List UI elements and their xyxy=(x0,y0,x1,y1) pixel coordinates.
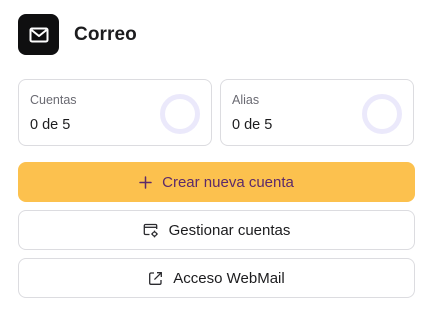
alias-stat-value: 0 de 5 xyxy=(232,117,273,133)
external-link-icon xyxy=(148,271,163,286)
mail-header: Correo xyxy=(18,14,137,55)
accounts-stat-card: Cuentas 0 de 5 xyxy=(18,79,212,146)
manage-accounts-button[interactable]: Gestionar cuentas xyxy=(18,210,415,250)
create-account-button[interactable]: Crear nueva cuenta xyxy=(18,162,415,202)
alias-progress-ring xyxy=(362,94,402,134)
webmail-access-button[interactable]: Acceso WebMail xyxy=(18,258,415,298)
create-account-label: Crear nueva cuenta xyxy=(162,173,294,191)
alias-stat-card: Alias 0 de 5 xyxy=(220,79,414,146)
mail-icon xyxy=(29,27,48,42)
mail-logo xyxy=(18,14,59,55)
accounts-stat-label: Cuentas xyxy=(30,93,77,107)
webmail-access-label: Acceso WebMail xyxy=(173,269,285,287)
page-title: Correo xyxy=(74,23,137,45)
accounts-progress-ring xyxy=(160,94,200,134)
plus-icon xyxy=(139,175,152,189)
accounts-stat-value: 0 de 5 xyxy=(30,117,71,133)
manage-accounts-icon xyxy=(143,223,159,238)
alias-stat-label: Alias xyxy=(232,93,260,107)
manage-accounts-label: Gestionar cuentas xyxy=(168,221,291,239)
